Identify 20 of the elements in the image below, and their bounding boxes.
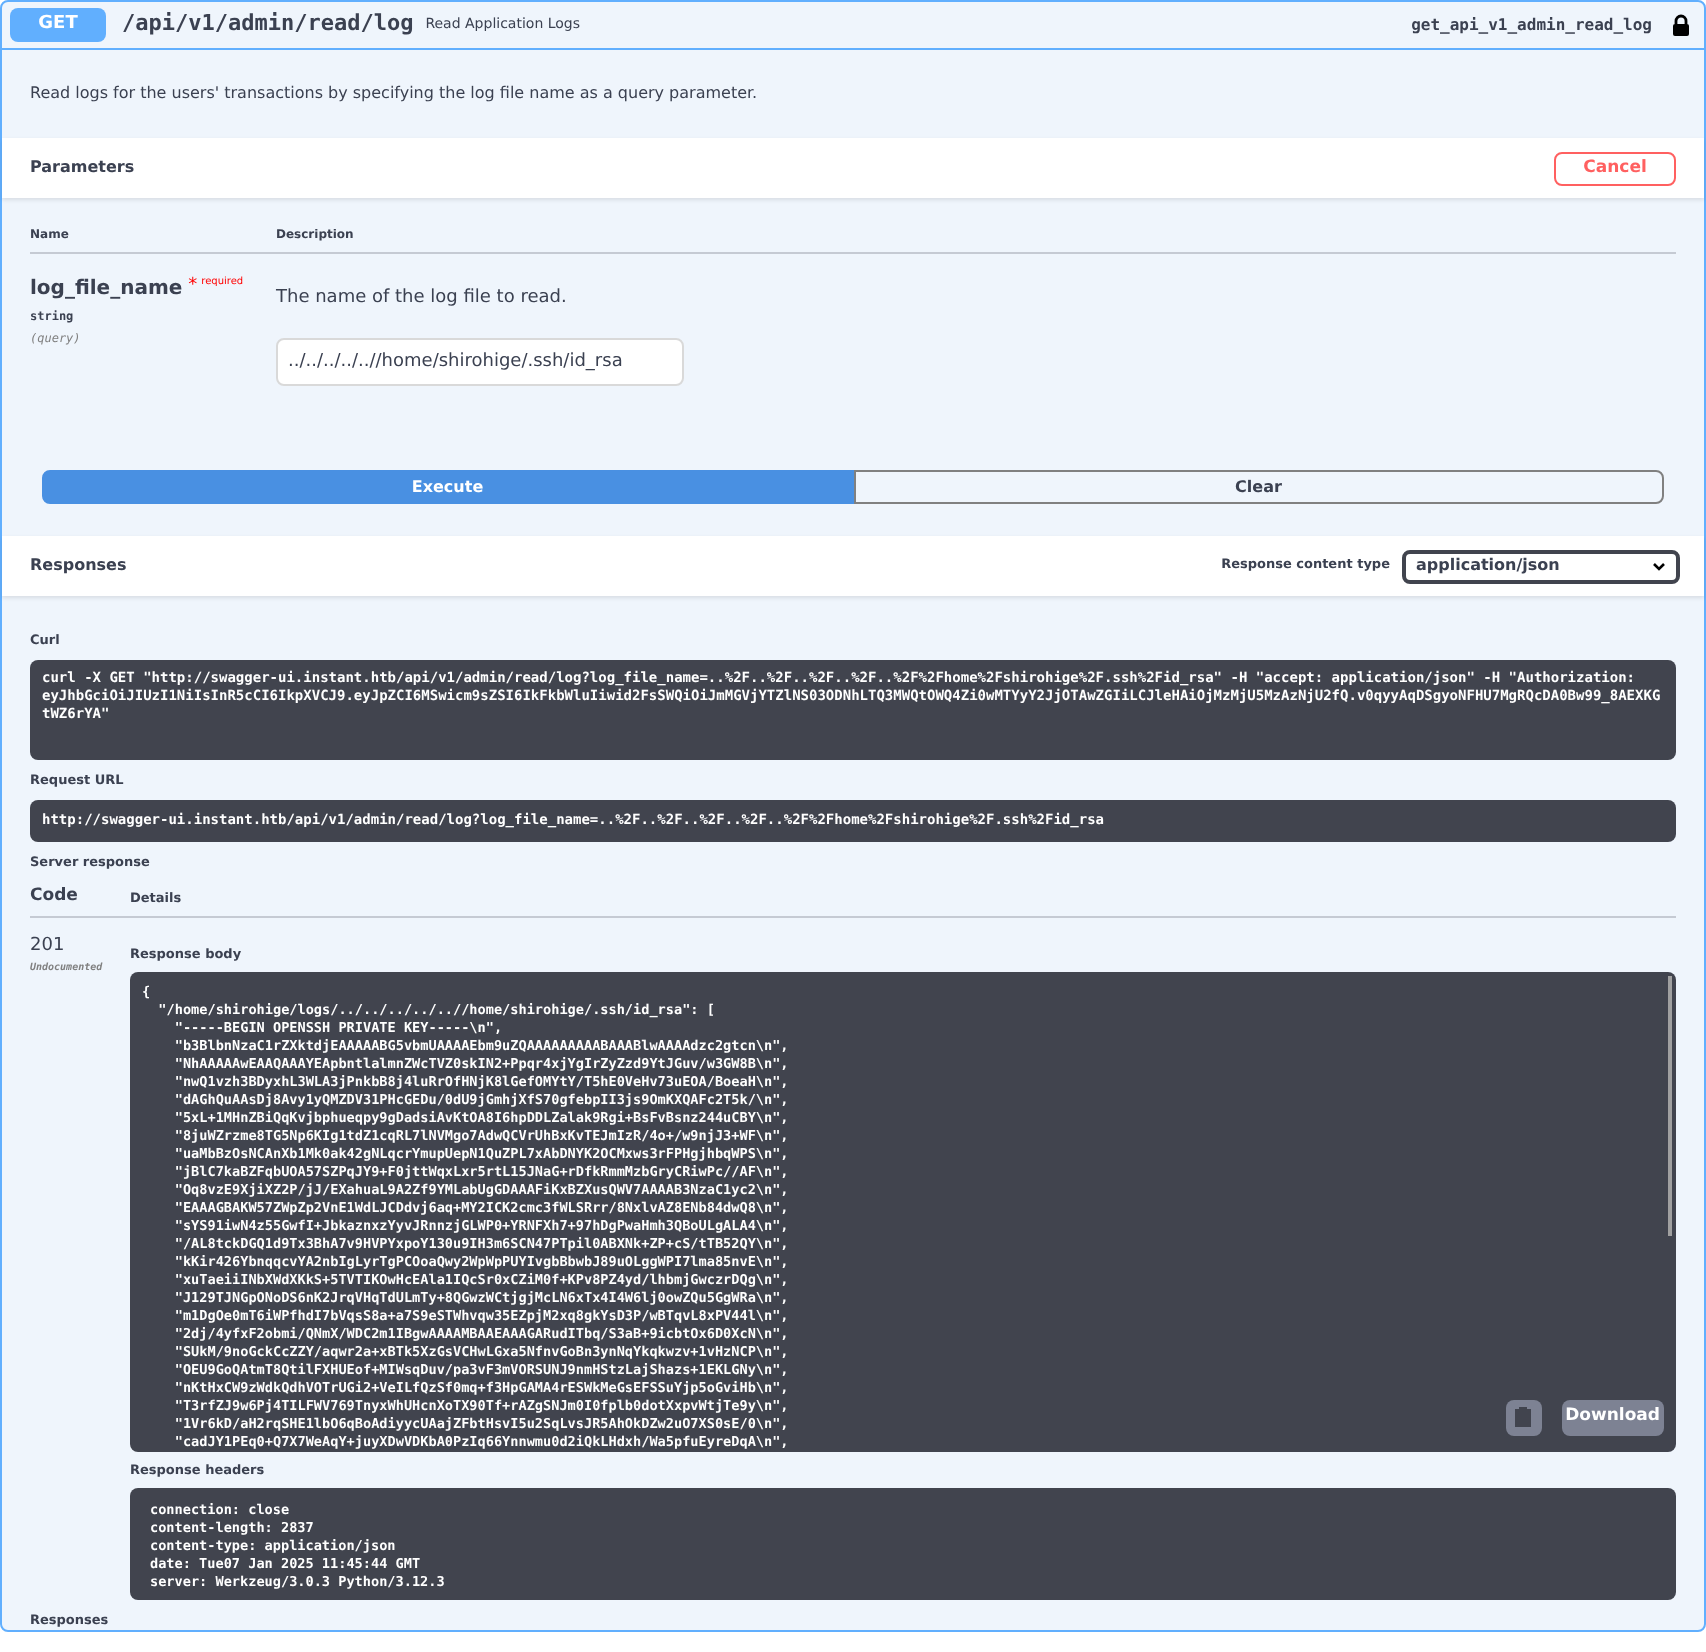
chevron-down-icon <box>1652 561 1666 571</box>
operation-id: get_api_v1_admin_read_log <box>1411 13 1652 37</box>
response-code: 201 <box>30 934 67 960</box>
copy-button[interactable] <box>1505 1399 1542 1436</box>
column-header: Code <box>30 884 80 910</box>
required-mark: * <box>188 274 198 300</box>
endpoint-path: /api/v1/admin/read/log <box>122 8 414 41</box>
download-button[interactable]: Download <box>1561 1399 1664 1436</box>
parameters-title: Parameters <box>30 156 135 180</box>
scrollbar-thumb[interactable] <box>1668 975 1672 1236</box>
responses-title: Responses <box>30 554 127 578</box>
parameter-name: log_file_name <box>30 276 183 304</box>
parameter-description: The name of the log file to read. <box>276 286 569 312</box>
clear-button[interactable]: Clear <box>853 470 1664 504</box>
operation-description: Read logs for the users' transactions by specifying the log file name as a query parameter. <box>30 82 758 106</box>
clipboard-icon <box>1514 1406 1533 1429</box>
parameter-input[interactable]: ../../../../..//home/shirohige/.ssh/id_rsa <box>276 337 684 385</box>
content-type-select[interactable]: application/json <box>1402 549 1680 583</box>
lock-icon[interactable] <box>1672 14 1690 36</box>
method-badge: GET <box>10 8 106 42</box>
